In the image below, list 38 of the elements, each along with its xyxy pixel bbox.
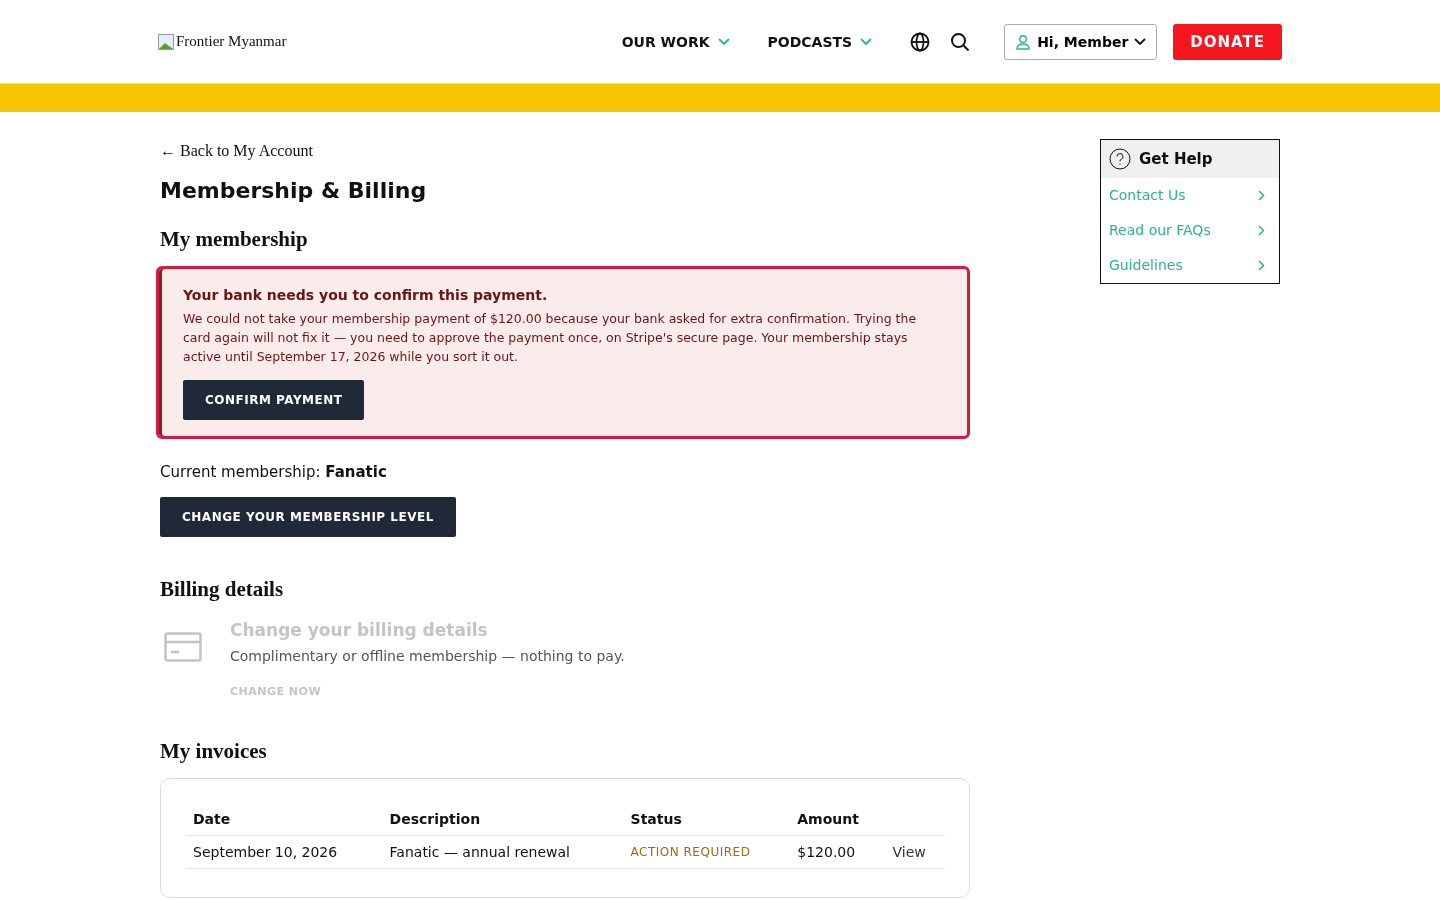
column-header: Amount bbox=[789, 811, 885, 836]
chevron-right-icon bbox=[1258, 224, 1265, 236]
change-membership-button[interactable]: CHANGE YOUR MEMBERSHIP LEVEL bbox=[160, 497, 456, 537]
back-link[interactable]: ← Back to My Account bbox=[160, 142, 313, 160]
column-header: Date bbox=[185, 811, 382, 836]
help-title: Get Help bbox=[1139, 150, 1213, 168]
account-menu-button[interactable]: Hi, Member bbox=[1004, 23, 1158, 60]
confirm-payment-button[interactable]: CONFIRM PAYMENT bbox=[183, 380, 365, 420]
user-icon bbox=[1015, 33, 1032, 50]
nav-menu-item[interactable]: PODCASTS bbox=[767, 33, 873, 50]
status-cell: ACTION REQUIRED bbox=[622, 835, 790, 869]
table-cell: $120.00 bbox=[789, 835, 885, 869]
table-cell: Fanatic — annual renewal bbox=[381, 835, 623, 869]
logo-text[interactable]: Frontier Myanmar bbox=[176, 33, 287, 50]
table-cell: September 10, 2026 bbox=[185, 835, 382, 869]
view-link[interactable]: View bbox=[892, 844, 926, 860]
current-membership: Current membership: Fanatic bbox=[160, 463, 387, 481]
chevron-right-icon bbox=[1258, 189, 1265, 201]
nav-menu-item[interactable]: OUR WORK bbox=[621, 33, 730, 50]
section-heading: My invoices bbox=[160, 739, 267, 764]
chevron-down-icon bbox=[1134, 37, 1147, 46]
billing-title: Change your billing details bbox=[230, 620, 489, 640]
page-title: Membership & Billing bbox=[160, 178, 427, 203]
chevron-right-icon bbox=[1258, 259, 1265, 271]
alert-title: Your bank needs you to confirm this payment. bbox=[183, 287, 549, 303]
column-header: Status bbox=[622, 811, 790, 836]
chevron-down-icon bbox=[717, 37, 730, 46]
section-heading: My membership bbox=[160, 227, 308, 252]
column-header: Description bbox=[381, 811, 623, 836]
search-icon[interactable] bbox=[950, 31, 971, 52]
donate-button[interactable]: DONATE bbox=[1173, 23, 1282, 60]
chevron-down-icon bbox=[860, 37, 873, 46]
broken-image-icon bbox=[158, 33, 174, 50]
alert-message: We could not take your membership payment of $120.00 because your bank asked for extra confirmation. Trying the card again will not fix it — you need to approve the payment once, on Stripe's secure page. Your membership stays active until September 17, 2026 while you sort it out. bbox=[183, 310, 918, 366]
question-icon bbox=[1109, 148, 1131, 170]
section-heading: Billing details bbox=[160, 577, 284, 602]
billing-description: Complimentary or offline membership — nothing to pay. bbox=[230, 648, 625, 664]
globe-icon[interactable] bbox=[910, 31, 931, 52]
